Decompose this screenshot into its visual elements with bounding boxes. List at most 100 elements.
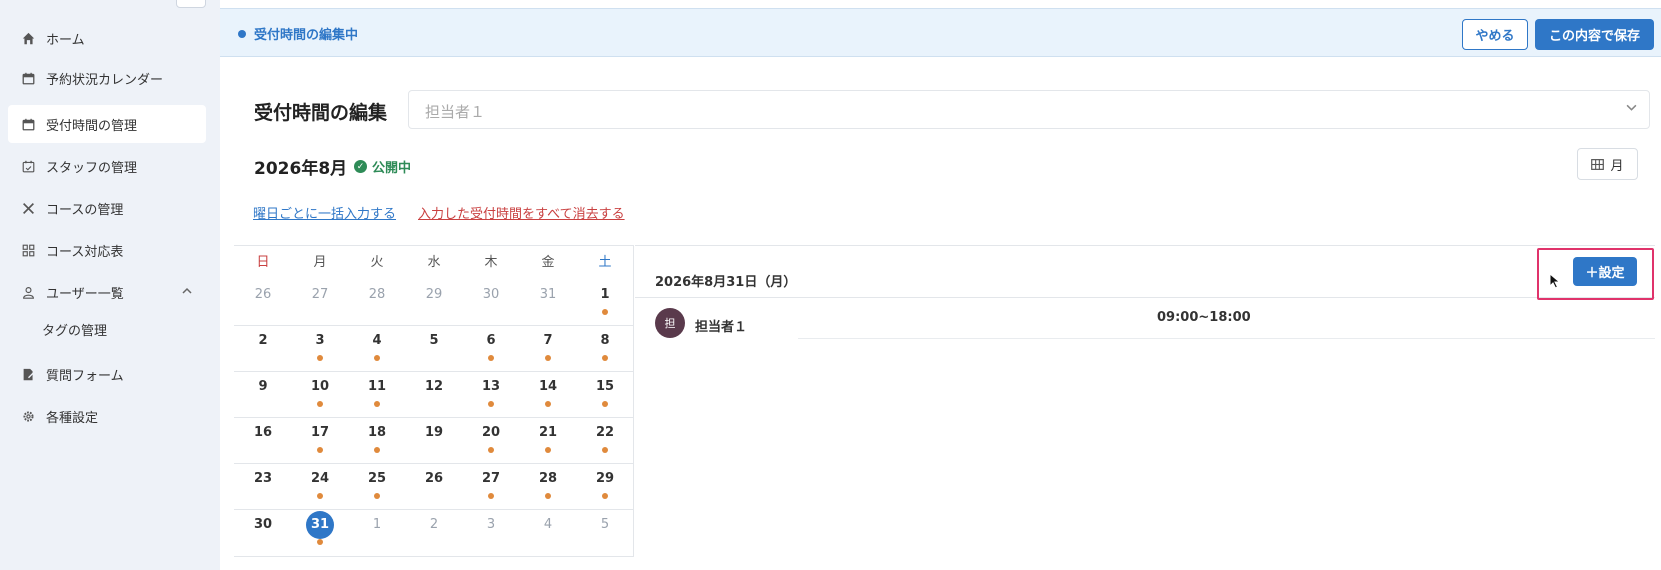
availability-dot — [545, 493, 551, 499]
sidebar-item-home[interactable]: ホーム — [8, 19, 206, 57]
calendar-day-number: 28 — [538, 471, 558, 486]
calendar-day[interactable]: 29 — [405, 279, 463, 325]
sidebar-item-users[interactable]: ユーザー一覧 — [8, 273, 206, 311]
calendar-day-number: 27 — [311, 287, 329, 302]
calendar-day[interactable]: 16 — [234, 417, 292, 463]
calendar-day[interactable]: 27 — [291, 279, 349, 325]
sidebar-item-reservation-calendar[interactable]: 予約状況カレンダー — [8, 59, 206, 97]
calendar-day-number: 5 — [600, 517, 610, 532]
calendar-day[interactable]: 1 — [576, 279, 634, 325]
calendar-day-number: 4 — [372, 333, 382, 348]
calendar-day[interactable]: 20 — [462, 417, 520, 463]
calendar-day-number: 18 — [367, 425, 387, 440]
sidebar-subitem-tags[interactable]: タグの管理 — [42, 320, 107, 344]
calendar-day[interactable]: 7 — [519, 325, 577, 371]
add-setting-button[interactable]: ＋設定 — [1573, 257, 1637, 286]
calendar-day[interactable]: 28 — [348, 279, 406, 325]
calendar-day-number: 7 — [543, 333, 553, 348]
calendar-day[interactable]: 27 — [462, 463, 520, 509]
availability-dot — [545, 355, 551, 361]
calendar-day[interactable]: 28 — [519, 463, 577, 509]
calendar-day[interactable]: 26 — [234, 279, 292, 325]
calendar-day-number: 29 — [425, 287, 443, 302]
calendar-day[interactable]: 25 — [348, 463, 406, 509]
availability-dot — [602, 401, 608, 407]
staff-select[interactable]: 担当者１ — [408, 90, 1650, 129]
calendar-day[interactable]: 10 — [291, 371, 349, 417]
sidebar-item-reception-hours[interactable]: 受付時間の管理 — [8, 105, 206, 143]
calendar-day-number: 1 — [372, 517, 382, 532]
calendar-day[interactable]: 24 — [291, 463, 349, 509]
calendar-day[interactable]: 5 — [405, 325, 463, 371]
calendar-day-number: 31 — [306, 511, 334, 539]
form-edit-icon — [20, 366, 36, 382]
calendar-day-selected[interactable]: 31 — [291, 509, 349, 555]
sidebar-item-staff[interactable]: スタッフの管理 — [8, 147, 206, 185]
calendar-day[interactable]: 8 — [576, 325, 634, 371]
calendar-day[interactable]: 21 — [519, 417, 577, 463]
chevron-up-icon[interactable] — [182, 285, 192, 300]
calendar-day[interactable]: 14 — [519, 371, 577, 417]
weekday-tue: 火 — [370, 255, 384, 270]
clear-all-link[interactable]: 入力した受付時間をすべて消去する — [418, 203, 625, 222]
tools-icon — [20, 200, 36, 216]
sidebar-item-label: ユーザー一覧 — [46, 286, 124, 302]
gear-icon — [20, 408, 36, 424]
bulk-input-link[interactable]: 曜日ごとに一括入力する — [253, 203, 396, 222]
calendar-day[interactable]: 22 — [576, 417, 634, 463]
availability-dot — [317, 447, 323, 453]
calendar-day[interactable]: 17 — [291, 417, 349, 463]
availability-dot — [602, 355, 608, 361]
cancel-button[interactable]: やめる — [1462, 19, 1528, 50]
divider — [798, 338, 1655, 339]
sidebar-collapse-handle[interactable] — [176, 0, 206, 8]
calendar-day-number: 1 — [600, 287, 610, 302]
calendar-day[interactable]: 29 — [576, 463, 634, 509]
calendar-day-number: 23 — [253, 471, 273, 486]
page-title: 受付時間の編集 — [254, 102, 388, 124]
publish-status-badge: ✓ 公開中 — [354, 157, 411, 176]
calendar-day-number: 3 — [486, 517, 496, 532]
calendar-day[interactable]: 9 — [234, 371, 292, 417]
calendar-check-icon — [20, 158, 36, 174]
calendar-day[interactable]: 31 — [519, 279, 577, 325]
calendar-day-number: 25 — [367, 471, 387, 486]
reception-time[interactable]: 09:00~18:00 — [1157, 310, 1251, 325]
calendar-day-number: 21 — [538, 425, 558, 440]
calendar-day[interactable]: 30 — [234, 509, 292, 555]
save-button[interactable]: この内容で保存 — [1535, 19, 1654, 50]
calendar-day-number: 12 — [424, 379, 444, 394]
calendar-day[interactable]: 19 — [405, 417, 463, 463]
availability-dot — [545, 447, 551, 453]
calendar-day[interactable]: 11 — [348, 371, 406, 417]
calendar-day[interactable]: 5 — [576, 509, 634, 555]
calendar-day-number: 19 — [424, 425, 444, 440]
calendar-day[interactable]: 2 — [405, 509, 463, 555]
calendar-day[interactable]: 4 — [519, 509, 577, 555]
sidebar-item-course-table[interactable]: コース対応表 — [8, 231, 206, 269]
calendar-day-number: 11 — [367, 379, 387, 394]
calendar-day[interactable]: 3 — [462, 509, 520, 555]
calendar-day[interactable]: 3 — [291, 325, 349, 371]
calendar-day-number: 28 — [368, 287, 386, 302]
sidebar-item-label: スタッフの管理 — [46, 160, 138, 176]
calendar-day[interactable]: 15 — [576, 371, 634, 417]
staff-name: 担当者１ — [695, 320, 748, 335]
calendar-day[interactable]: 30 — [462, 279, 520, 325]
calendar-day[interactable]: 6 — [462, 325, 520, 371]
calendar-day[interactable]: 18 — [348, 417, 406, 463]
sidebar-item-settings[interactable]: 各種設定 — [8, 397, 206, 435]
sidebar-item-courses[interactable]: コースの管理 — [8, 189, 206, 227]
calendar-day[interactable]: 2 — [234, 325, 292, 371]
calendar-day[interactable]: 4 — [348, 325, 406, 371]
sidebar-item-question-form[interactable]: 質問フォーム — [8, 355, 206, 393]
calendar-day[interactable]: 23 — [234, 463, 292, 509]
calendar-day[interactable]: 13 — [462, 371, 520, 417]
weekday-wed: 水 — [427, 255, 441, 270]
calendar-day[interactable]: 1 — [348, 509, 406, 555]
calendar-day[interactable]: 26 — [405, 463, 463, 509]
edit-status-text: 受付時間の編集中 — [254, 28, 359, 43]
view-mode-button[interactable]: 月 — [1577, 148, 1638, 180]
calendar-day[interactable]: 12 — [405, 371, 463, 417]
availability-dot — [317, 355, 323, 361]
